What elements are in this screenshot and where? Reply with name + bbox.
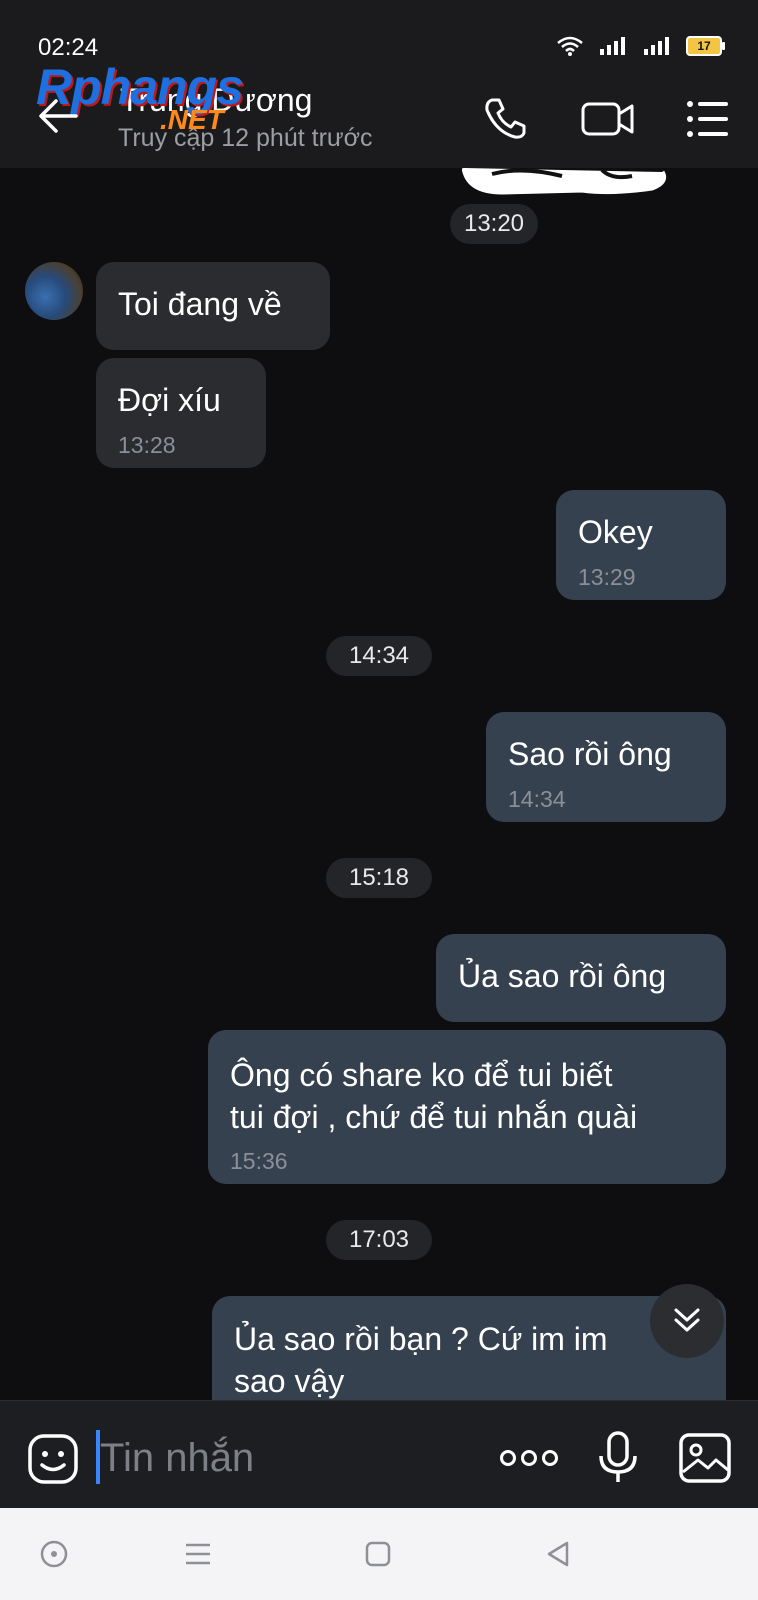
message-bubble-outgoing[interactable]: Ủa sao rồi bạn ? Cứ im im sao vậy xyxy=(212,1296,726,1400)
message-bubble-outgoing[interactable]: Sao rồi ông 14:34 xyxy=(486,712,726,822)
message-time: 15:36 xyxy=(230,1148,288,1174)
message-text: Toi đang về xyxy=(118,286,282,322)
back-button[interactable] xyxy=(34,92,82,140)
contact-last-seen: Truy cập 12 phút trước xyxy=(118,124,373,152)
message-text: Ông có share ko để tui biết tui đợi , ch… xyxy=(230,1057,638,1135)
watermark-logo-suffix: .NET xyxy=(160,104,224,135)
message-bubble-outgoing[interactable]: Okey 13:29 xyxy=(556,490,726,600)
message-text: Ủa sao rồi ông xyxy=(458,958,667,994)
time-separator: 13:20 xyxy=(450,204,538,244)
battery-icon: 17 xyxy=(686,36,725,56)
contact-avatar[interactable] xyxy=(25,262,83,320)
message-bubble-incoming[interactable]: Đợi xíu 13:28 xyxy=(96,358,266,468)
message-bubble-outgoing[interactable]: Ủa sao rồi ông xyxy=(436,934,726,1022)
message-bubble-outgoing[interactable]: Ông có share ko để tui biết tui đợi , ch… xyxy=(208,1030,726,1184)
conversation-menu-button[interactable] xyxy=(684,96,732,142)
signal-icon xyxy=(600,37,625,55)
message-time: 13:28 xyxy=(118,432,176,458)
voice-record-button[interactable] xyxy=(596,1430,640,1486)
menu-lines-icon xyxy=(186,1543,210,1565)
message-time: 14:34 xyxy=(508,786,566,812)
time-separator: 14:34 xyxy=(326,636,432,676)
message-input[interactable]: Tin nhắn xyxy=(100,1432,460,1484)
call-button[interactable] xyxy=(482,94,530,142)
nav-recents-button[interactable] xyxy=(182,1538,214,1570)
time-separator: 17:03 xyxy=(326,1220,432,1260)
message-text: Ủa sao rồi bạn ? Cứ im im sao vậy xyxy=(234,1321,608,1399)
nav-back-button[interactable] xyxy=(542,1538,574,1570)
triangle-back-icon xyxy=(547,1541,569,1567)
video-camera-icon xyxy=(581,102,634,136)
message-text: Sao rồi ông xyxy=(508,736,672,772)
message-bubble-incoming[interactable]: Toi đang về xyxy=(96,262,330,350)
chevron-double-down-icon xyxy=(674,1308,700,1332)
scroll-to-bottom-button[interactable] xyxy=(650,1284,724,1358)
time-separator: 15:18 xyxy=(326,858,432,898)
phone-icon xyxy=(485,98,526,139)
signal-icon-2 xyxy=(644,37,669,55)
message-text: Đợi xíu xyxy=(118,382,221,418)
microphone-icon xyxy=(599,1431,637,1482)
square-icon xyxy=(365,1541,391,1567)
wifi-icon xyxy=(557,36,583,56)
sticker-button[interactable] xyxy=(26,1432,80,1486)
nav-home-button[interactable] xyxy=(362,1538,394,1570)
sticker-image[interactable] xyxy=(462,168,670,198)
emoji-sticker-icon xyxy=(28,1434,78,1484)
video-call-button[interactable] xyxy=(580,96,636,142)
more-options-button[interactable] xyxy=(498,1440,560,1476)
circle-dot-icon xyxy=(40,1540,68,1568)
list-menu-icon xyxy=(687,101,728,137)
more-dots-icon xyxy=(500,1450,558,1466)
message-time: 13:29 xyxy=(578,564,636,590)
message-text: Okey xyxy=(578,514,653,550)
status-icons: 17 xyxy=(556,34,725,58)
image-icon xyxy=(679,1433,731,1483)
back-arrow-icon xyxy=(39,99,78,133)
nav-assistant-button[interactable] xyxy=(38,1538,70,1570)
send-image-button[interactable] xyxy=(678,1432,732,1484)
